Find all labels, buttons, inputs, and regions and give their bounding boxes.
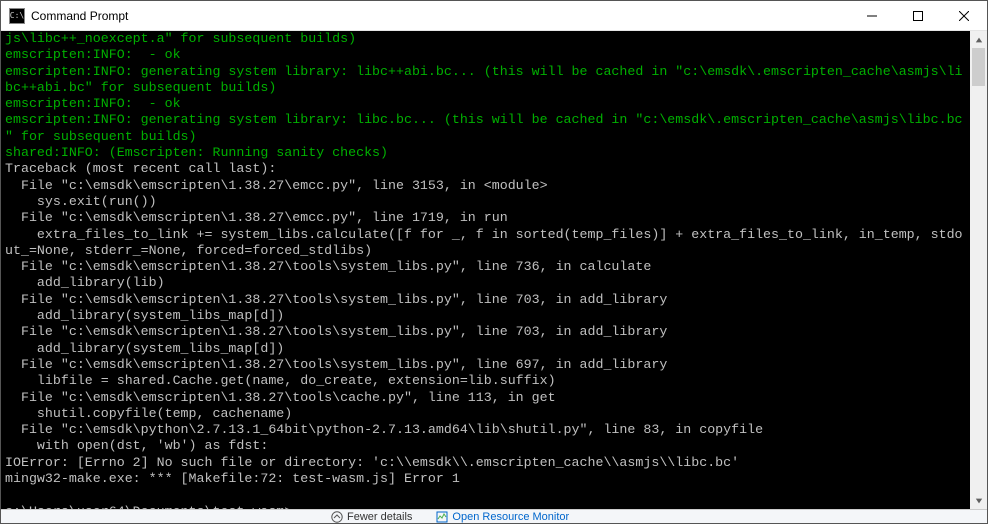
close-button[interactable] [941, 1, 987, 31]
resource-monitor-icon [436, 511, 448, 523]
terminal-line: File "c:\emsdk\python\2.7.13.1_64bit\pyt… [5, 422, 763, 437]
app-icon: C:\ [9, 8, 25, 24]
terminal-line: File "c:\emsdk\emscripten\1.38.27\tools\… [5, 259, 651, 274]
taskbar-fragment: Fewer details Open Resource Monitor [1, 509, 987, 523]
terminal-line: shared:INFO: (Emscripten: Running sanity… [5, 145, 388, 160]
terminal-line: js\libc++_noexcept.a" for subsequent bui… [5, 31, 356, 46]
vertical-scrollbar[interactable] [970, 31, 987, 509]
terminal-line: " for subsequent builds) [5, 129, 197, 144]
terminal-line: add_library(system_libs_map[d]) [5, 308, 284, 323]
terminal-line: File "c:\emsdk\emscripten\1.38.27\tools\… [5, 390, 556, 405]
scroll-down-button[interactable] [970, 492, 987, 509]
fewer-details-label: Fewer details [347, 511, 412, 523]
terminal-line: File "c:\emsdk\emscripten\1.38.27\tools\… [5, 292, 667, 307]
fewer-details-button[interactable]: Fewer details [331, 511, 412, 523]
terminal-line: extra_files_to_link += system_libs.calcu… [5, 227, 963, 242]
terminal-line: shutil.copyfile(temp, cachename) [5, 406, 292, 421]
terminal-line: File "c:\emsdk\emscripten\1.38.27\tools\… [5, 357, 667, 372]
scroll-up-button[interactable] [970, 31, 987, 48]
client-area: js\libc++_noexcept.a" for subsequent bui… [1, 31, 987, 509]
terminal-line: emscripten:INFO: - ok [5, 47, 181, 62]
terminal-line: ut_=None, stderr_=None, forced=forced_st… [5, 243, 372, 258]
open-resource-monitor-label: Open Resource Monitor [452, 511, 569, 523]
terminal-line: IOError: [Errno 2] No such file or direc… [5, 455, 739, 470]
terminal-line: File "c:\emsdk\emscripten\1.38.27\tools\… [5, 324, 667, 339]
terminal-line: with open(dst, 'wb') as fdst: [5, 438, 268, 453]
terminal-line: bc++abi.bc" for subsequent builds) [5, 80, 276, 95]
terminal-line: emscripten:INFO: generating system libra… [5, 64, 963, 79]
terminal-line: Traceback (most recent call last): [5, 161, 276, 176]
terminal-line: add_library(lib) [5, 275, 165, 290]
open-resource-monitor-link[interactable]: Open Resource Monitor [436, 511, 569, 523]
terminal-line: mingw32-make.exe: *** [Makefile:72: test… [5, 471, 460, 486]
terminal-line: libfile = shared.Cache.get(name, do_crea… [5, 373, 556, 388]
terminal-line: File "c:\emsdk\emscripten\1.38.27\emcc.p… [5, 210, 508, 225]
terminal-output[interactable]: js\libc++_noexcept.a" for subsequent bui… [1, 31, 970, 509]
terminal-line: add_library(system_libs_map[d]) [5, 341, 284, 356]
chevron-up-circle-icon [331, 511, 343, 523]
maximize-button[interactable] [895, 1, 941, 31]
terminal-line: sys.exit(run()) [5, 194, 157, 209]
terminal-line: emscripten:INFO: - ok [5, 96, 181, 111]
window-title: Command Prompt [31, 9, 128, 23]
scrollbar-thumb[interactable] [972, 48, 985, 86]
titlebar[interactable]: C:\ Command Prompt [1, 1, 987, 31]
terminal-line: File "c:\emsdk\emscripten\1.38.27\emcc.p… [5, 178, 548, 193]
terminal-line: emscripten:INFO: generating system libra… [5, 112, 963, 127]
minimize-button[interactable] [849, 1, 895, 31]
scrollbar-track[interactable] [970, 48, 987, 492]
command-prompt-window: C:\ Command Prompt js\libc++_noexcept.a"… [0, 0, 988, 524]
